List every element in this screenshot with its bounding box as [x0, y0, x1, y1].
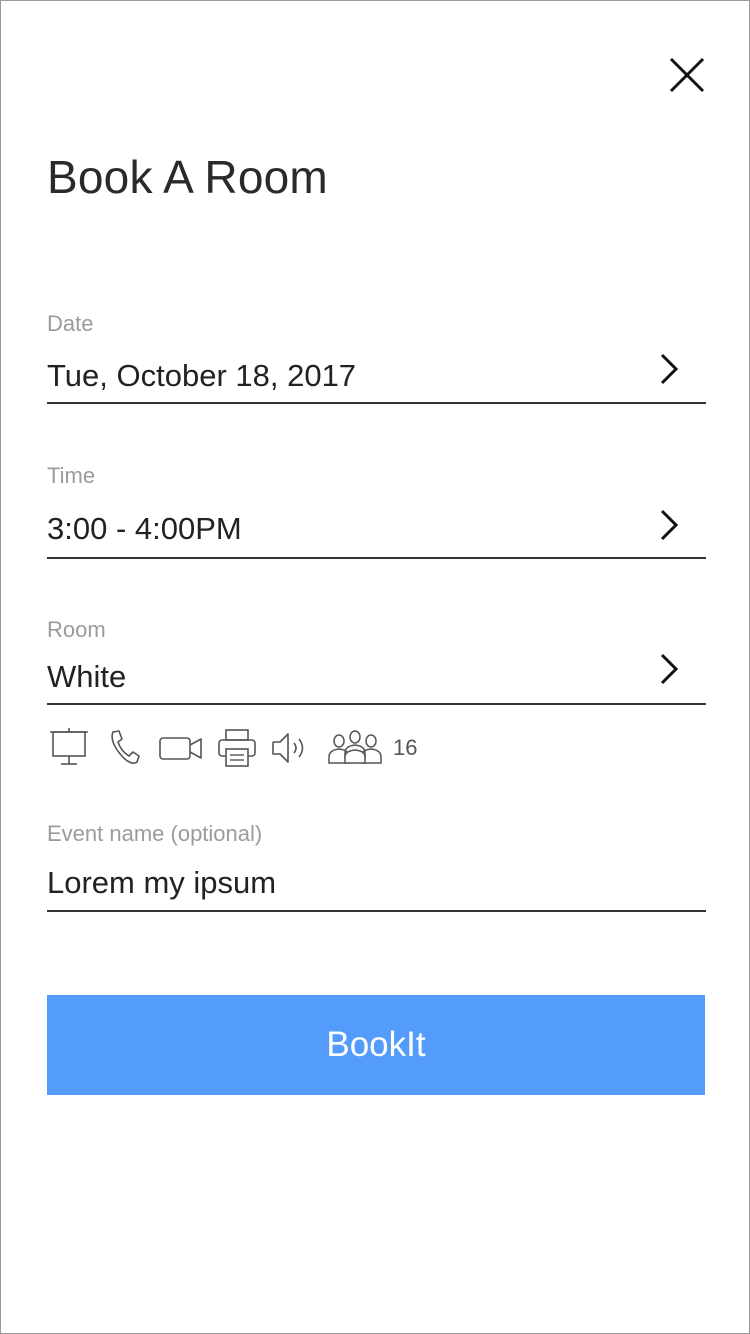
chevron-right-icon[interactable] [654, 349, 684, 389]
chevron-right-icon[interactable] [654, 649, 684, 689]
booking-screen: Book A Room Date Tue, October 18, 2017 T… [0, 0, 750, 1334]
date-underline [47, 402, 706, 404]
event-name-label: Event name (optional) [47, 821, 263, 846]
chevron-right-icon[interactable] [654, 505, 684, 545]
event-name-input[interactable]: Lorem my ipsum [47, 865, 276, 901]
book-it-button[interactable]: BookIt [47, 995, 705, 1095]
speaker-icon [272, 733, 304, 763]
close-button[interactable] [665, 53, 709, 97]
room-field[interactable]: Room White [47, 617, 706, 707]
time-value: 3:00 - 4:00PM [47, 511, 242, 546]
room-value: White [47, 659, 127, 694]
time-underline [47, 557, 706, 559]
people-icon [328, 730, 382, 764]
time-label: Time [47, 463, 96, 488]
date-field[interactable]: Date Tue, October 18, 2017 [47, 311, 706, 406]
room-underline [47, 703, 706, 705]
close-icon [669, 57, 705, 93]
page-title: Book A Room [47, 151, 328, 203]
event-name-field[interactable]: Event name (optional) Lorem my ipsum [47, 821, 706, 915]
room-capacity: 16 [393, 735, 418, 760]
room-amenities: 16 [47, 727, 467, 769]
phone-icon [111, 730, 140, 764]
room-label: Room [47, 617, 106, 642]
date-label: Date [47, 311, 94, 336]
event-name-underline [47, 910, 706, 912]
date-value: Tue, October 18, 2017 [47, 358, 357, 393]
printer-icon [218, 729, 256, 767]
time-field[interactable]: Time 3:00 - 4:00PM [47, 463, 706, 561]
video-camera-icon [159, 737, 202, 760]
monitor-icon [50, 728, 88, 765]
